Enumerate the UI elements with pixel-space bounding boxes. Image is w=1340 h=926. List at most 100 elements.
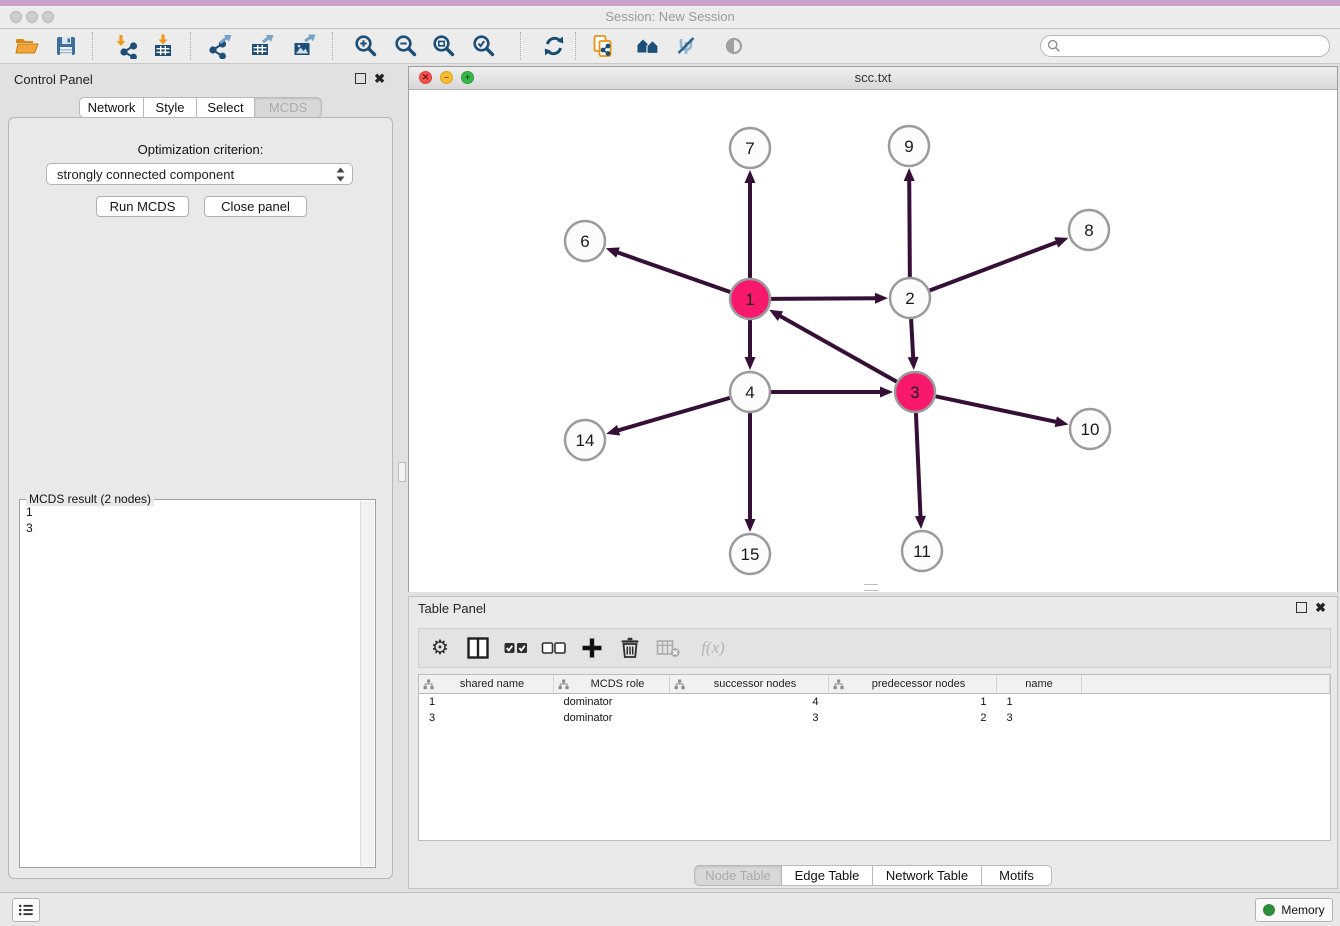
app-title: Session: New Session [0, 9, 1340, 24]
table-row[interactable]: 1dominator411 [419, 694, 1330, 711]
table-cell[interactable]: 4 [670, 694, 829, 711]
clone-network-icon [591, 33, 617, 59]
open-session-button[interactable] [13, 32, 41, 60]
table-cell[interactable]: 3 [419, 710, 554, 726]
column-header-successor-nodes[interactable]: successor nodes [670, 675, 829, 694]
column-header-mcds-role[interactable]: MCDS role [554, 675, 670, 694]
table-cell[interactable]: 1 [419, 694, 554, 711]
table-cell[interactable]: 2 [829, 710, 997, 726]
delete-columns-button[interactable] [655, 635, 681, 661]
add-row-button[interactable] [579, 635, 605, 661]
toolbar-separator [92, 32, 93, 60]
hide-panels-button[interactable] [672, 32, 700, 60]
export-network-button[interactable] [206, 32, 234, 60]
zoom-in-button[interactable] [352, 32, 380, 60]
graph-edge-arrowhead [745, 519, 756, 532]
column-header-shared-name[interactable]: shared name [419, 675, 554, 694]
search-input[interactable] [1040, 35, 1330, 57]
save-session-button[interactable] [52, 32, 80, 60]
graph-edge-1-6[interactable] [616, 252, 730, 292]
tab-motifs[interactable]: Motifs [982, 865, 1052, 886]
column-header-name[interactable]: name [997, 675, 1082, 694]
tab-mcds[interactable]: MCDS [255, 97, 322, 118]
node-table: shared name MCDS role [418, 674, 1331, 841]
home-layout-button[interactable] [634, 32, 662, 60]
panel-splitter-grip[interactable] [398, 462, 406, 482]
clone-network-button[interactable] [590, 32, 618, 60]
table-cell[interactable]: dominator [554, 694, 670, 711]
graph-edge-3-11[interactable] [916, 413, 921, 518]
import-table-button[interactable] [149, 32, 177, 60]
column-tree-icon [674, 679, 685, 690]
graph-edge-1-2[interactable] [771, 298, 877, 299]
close-panel-icon[interactable]: ✖ [374, 72, 385, 85]
delete-columns-icon [655, 635, 681, 661]
graph-edge-3-1[interactable] [779, 315, 897, 381]
tab-node-table[interactable]: Node Table [694, 865, 782, 886]
graph-edge-4-14[interactable] [617, 398, 730, 431]
result-scrollbar[interactable] [360, 501, 374, 866]
graph-node-label: 1 [745, 290, 754, 309]
table-cell[interactable]: 3 [670, 710, 829, 726]
optimization-criterion-select[interactable]: strongly connected component [46, 163, 353, 185]
table-cell[interactable]: 3 [997, 710, 1082, 726]
deselect-all-rows-button[interactable] [541, 635, 567, 661]
tab-style[interactable]: Style [144, 97, 197, 118]
column-tree-icon [833, 679, 844, 690]
table-cell[interactable]: dominator [554, 710, 670, 726]
list-icon [16, 900, 36, 920]
main-toolbar [0, 29, 1340, 64]
graph-edge-2-8[interactable] [930, 242, 1059, 291]
float-table-panel-icon[interactable] [1296, 602, 1307, 613]
insert-column-button[interactable] [465, 635, 491, 661]
birds-eye-view-button[interactable] [720, 32, 748, 60]
table-row[interactable]: 3dominator323 [419, 710, 1330, 726]
graph-edge-3-10[interactable] [936, 396, 1058, 422]
function-builder-button[interactable]: f(x) [693, 635, 733, 661]
zoom-fit-button[interactable] [430, 32, 458, 60]
table-settings-gear-button[interactable]: ⚙ [427, 635, 453, 661]
export-image-button[interactable] [290, 32, 318, 60]
column-tree-icon [558, 679, 569, 690]
network-canvas[interactable]: 1234678910111415 [409, 90, 1337, 592]
zoom-fit-icon [431, 33, 457, 59]
refresh-icon [541, 33, 567, 59]
zoom-out-button[interactable] [392, 32, 420, 60]
canvas-resize-grip[interactable] [864, 584, 878, 591]
graph-edge-arrowhead [875, 293, 888, 304]
open-folder-icon [14, 33, 40, 59]
network-window-titlebar[interactable]: ✕ – + scc.txt [409, 67, 1337, 90]
table-tabs: Node Table Edge Table Network Table Moti… [694, 865, 1052, 886]
export-image-icon [291, 33, 317, 59]
mcds-result-text[interactable]: 13 [20, 500, 360, 867]
tab-network[interactable]: Network [79, 97, 144, 118]
graph-edge-2-9[interactable] [909, 179, 910, 277]
zoom-selected-button[interactable] [470, 32, 498, 60]
close-table-panel-icon[interactable]: ✖ [1315, 601, 1326, 614]
run-mcds-button[interactable]: Run MCDS [96, 196, 189, 217]
tab-edge-table[interactable]: Edge Table [782, 865, 873, 886]
tab-network-table[interactable]: Network Table [873, 865, 982, 886]
graph-edge-arrowhead [1054, 237, 1068, 247]
network-view-window: ✕ – + scc.txt 1234678910111415 [408, 66, 1338, 592]
column-header-predecessor-nodes[interactable]: predecessor nodes [829, 675, 997, 694]
import-network-button[interactable] [112, 32, 140, 60]
graph-edge-2-3[interactable] [911, 319, 913, 359]
table-cell[interactable]: 1 [829, 694, 997, 711]
mcds-result-line: 3 [26, 520, 354, 536]
table-panel: Table Panel ✖ ⚙ [408, 596, 1338, 889]
delete-rows-button[interactable] [617, 635, 643, 661]
tab-select[interactable]: Select [197, 97, 255, 118]
refresh-view-button[interactable] [540, 32, 568, 60]
float-panel-icon[interactable] [355, 73, 366, 84]
close-panel-button[interactable]: Close panel [204, 196, 307, 217]
trash-icon [617, 635, 643, 661]
export-table-button[interactable] [248, 32, 276, 60]
network-graph[interactable]: 1234678910111415 [409, 90, 1337, 592]
task-history-button[interactable] [12, 898, 40, 922]
graph-node-label: 2 [905, 289, 914, 308]
mcds-panel: Optimization criterion: strongly connect… [8, 117, 393, 879]
memory-button[interactable]: Memory [1255, 898, 1333, 922]
table-cell[interactable]: 1 [997, 694, 1082, 711]
select-all-rows-button[interactable] [503, 635, 529, 661]
